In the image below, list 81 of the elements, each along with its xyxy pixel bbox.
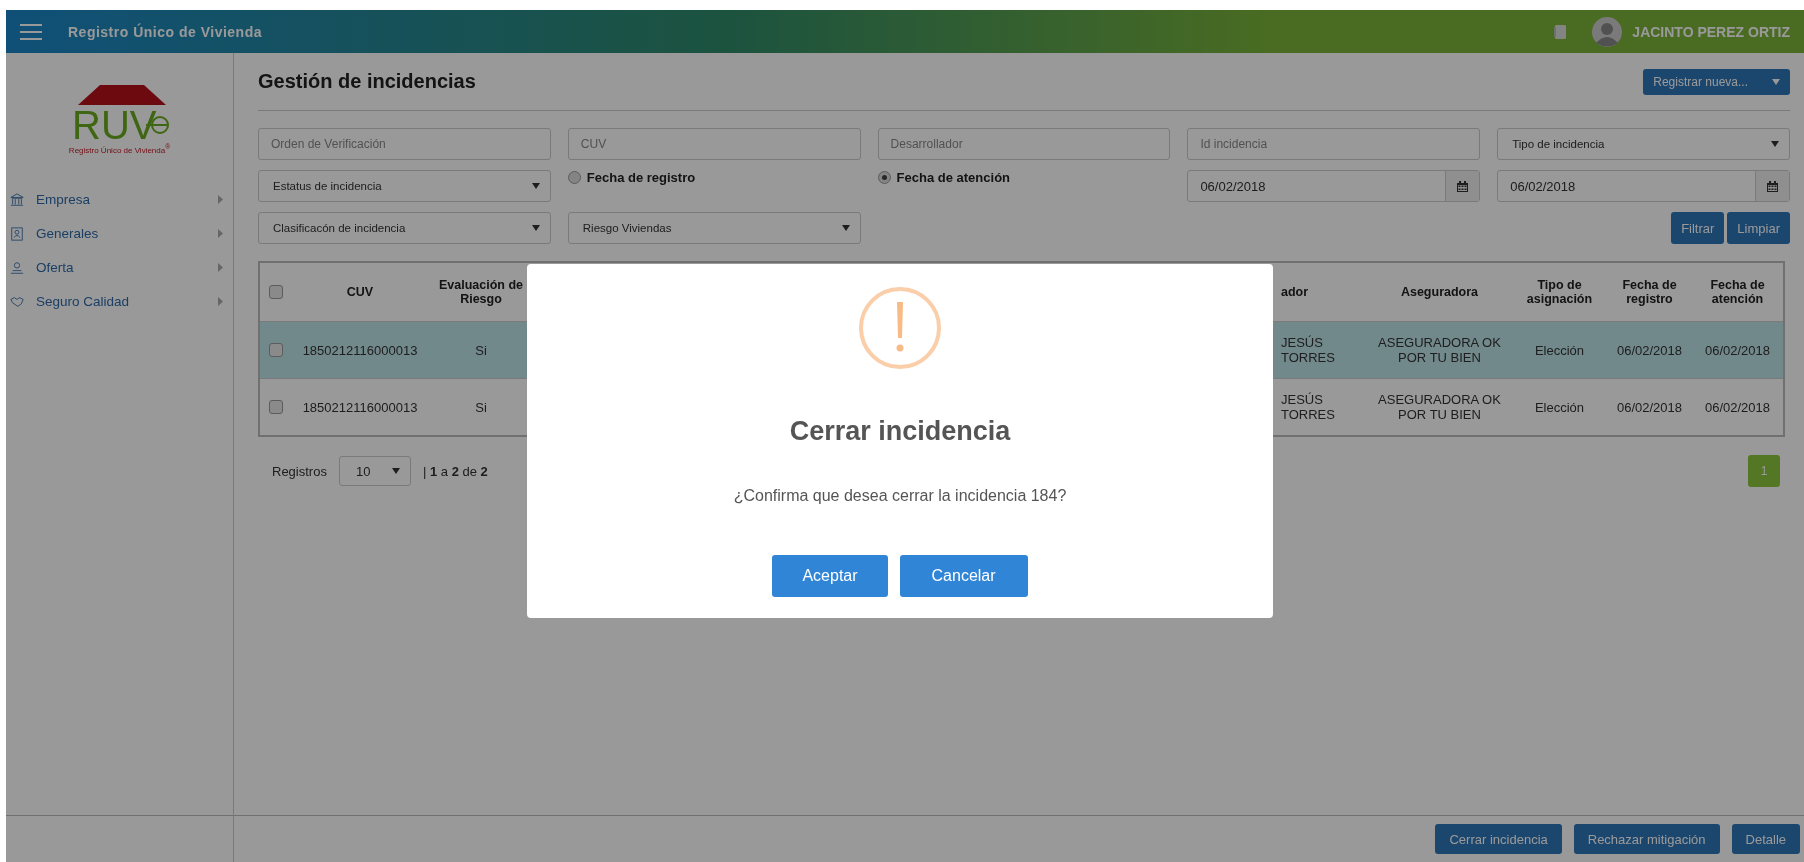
person-icon bbox=[10, 260, 24, 275]
table-cell: 06/02/2018 bbox=[1616, 342, 1683, 358]
dropdown-caret-icon bbox=[531, 225, 540, 231]
chevron-icon bbox=[218, 229, 223, 239]
text-field[interactable]: Desarrollador bbox=[877, 128, 1171, 160]
chevron-icon bbox=[218, 263, 223, 273]
text-field[interactable]: CUV bbox=[567, 128, 861, 160]
dropdown[interactable]: Estatus de incidencia bbox=[258, 170, 551, 202]
logo-caption: Registro Único de Vivienda$^{®}$ bbox=[68, 143, 171, 155]
table-cell: Si bbox=[475, 342, 487, 358]
text-field[interactable]: Id incidencia bbox=[1187, 128, 1481, 160]
calendar-button[interactable] bbox=[1755, 171, 1789, 201]
app-title: Registro Único de Vivienda bbox=[68, 23, 263, 40]
filter-button[interactable]: Filtrar bbox=[1671, 212, 1725, 244]
register-new-button[interactable]: Registrar nueva... bbox=[1643, 68, 1790, 95]
date-field[interactable]: 06/02/2018 bbox=[1497, 170, 1790, 202]
column-header: Aseguradora bbox=[1400, 285, 1479, 299]
column-header: Evaluación de Riesgo bbox=[438, 278, 524, 306]
column-header: Fecha de registro bbox=[1622, 278, 1677, 306]
cancel-button[interactable]: Cancelar bbox=[899, 555, 1028, 597]
dialog-message: ¿Confirma que desea cerrar la incidencia 184? bbox=[733, 487, 1067, 505]
table-cell: 1850212116000013 bbox=[302, 342, 418, 358]
table-cell: 06/02/2018 bbox=[1704, 342, 1771, 358]
sidebar-item[interactable]: Seguro Calidad bbox=[6, 284, 233, 319]
calendar-icon bbox=[1457, 180, 1469, 192]
table-cell: JESÚS TORRES bbox=[1281, 335, 1335, 365]
table-cell: 1850212116000013 bbox=[302, 399, 418, 415]
dropdown-caret-icon bbox=[391, 468, 400, 474]
records-summary: | 1 a 2 de 2 bbox=[422, 463, 488, 479]
select-all-checkbox[interactable] bbox=[269, 285, 283, 299]
dropdown[interactable]: Riesgo Viviendas bbox=[567, 212, 861, 244]
dialog-title: Cerrar incidencia bbox=[789, 416, 1011, 447]
chevron-icon bbox=[218, 195, 223, 205]
table-cell: 06/02/2018 bbox=[1616, 399, 1683, 415]
sidebar-item[interactable]: Oferta bbox=[6, 250, 233, 285]
calendar-button[interactable] bbox=[1445, 171, 1480, 201]
radio-button[interactable] bbox=[877, 171, 891, 184]
user-name[interactable]: JACINTO PEREZ ORTIZ bbox=[1632, 23, 1790, 40]
action-button[interactable]: Detalle bbox=[1731, 824, 1800, 854]
sidebar-item[interactable]: Generales bbox=[6, 216, 233, 251]
action-button[interactable]: Rechazar mitigación bbox=[1573, 824, 1720, 854]
chevron-icon bbox=[218, 297, 223, 307]
menu-icon[interactable] bbox=[20, 23, 42, 40]
notebook-icon[interactable] bbox=[1554, 24, 1567, 39]
column-header: ador bbox=[1281, 285, 1309, 299]
caret-icon bbox=[1772, 78, 1780, 85]
text-field[interactable]: Orden de Verificación bbox=[258, 128, 551, 160]
accept-button[interactable]: Aceptar bbox=[772, 555, 888, 597]
dropdown-caret-icon bbox=[841, 225, 850, 231]
table-cell: ASEGURADORA OK POR TU BIEN bbox=[1378, 335, 1501, 365]
page-title: Gestión de incidencias bbox=[258, 70, 476, 93]
building-icon bbox=[10, 192, 24, 207]
column-header: Fecha de atención bbox=[1710, 278, 1765, 306]
column-header: Tipo de asignación bbox=[1526, 278, 1593, 306]
table-cell: Elección bbox=[1534, 399, 1585, 415]
action-button[interactable]: Cerrar incidencia bbox=[1435, 824, 1562, 854]
table-cell: Si bbox=[475, 399, 487, 415]
filter-button[interactable]: Limpiar bbox=[1727, 212, 1790, 244]
date-field[interactable]: 06/02/2018 bbox=[1187, 170, 1481, 202]
dropdown-caret-icon bbox=[1771, 141, 1779, 147]
contact-card-icon bbox=[10, 226, 24, 241]
sidebar-item[interactable]: Empresa bbox=[6, 182, 233, 217]
house-logo-drawing: RUV bbox=[59, 83, 180, 145]
radio-button[interactable] bbox=[567, 171, 581, 184]
radio-label: Fecha de atención bbox=[896, 170, 1010, 185]
table-cell: Elección bbox=[1534, 342, 1585, 358]
dropdown[interactable]: Tipo de incidencia bbox=[1497, 128, 1790, 160]
dropdown[interactable]: Clasificacón de incidencia bbox=[258, 212, 551, 244]
page-size-dropdown[interactable]: 10 bbox=[338, 456, 411, 486]
avatar-icon[interactable] bbox=[1592, 16, 1623, 47]
records-label: Registros bbox=[272, 463, 327, 479]
row-checkbox[interactable] bbox=[269, 343, 283, 357]
table-cell: ASEGURADORA OK POR TU BIEN bbox=[1378, 392, 1501, 422]
warning-icon bbox=[858, 286, 942, 370]
table-cell: JESÚS TORRES bbox=[1281, 392, 1335, 422]
table-cell: 06/02/2018 bbox=[1704, 399, 1771, 415]
calendar-icon bbox=[1767, 180, 1778, 192]
row-checkbox[interactable] bbox=[269, 400, 283, 414]
column-header: CUV bbox=[346, 285, 374, 299]
dropdown-caret-icon bbox=[531, 183, 540, 189]
radio-label: Fecha de registro bbox=[586, 170, 696, 185]
